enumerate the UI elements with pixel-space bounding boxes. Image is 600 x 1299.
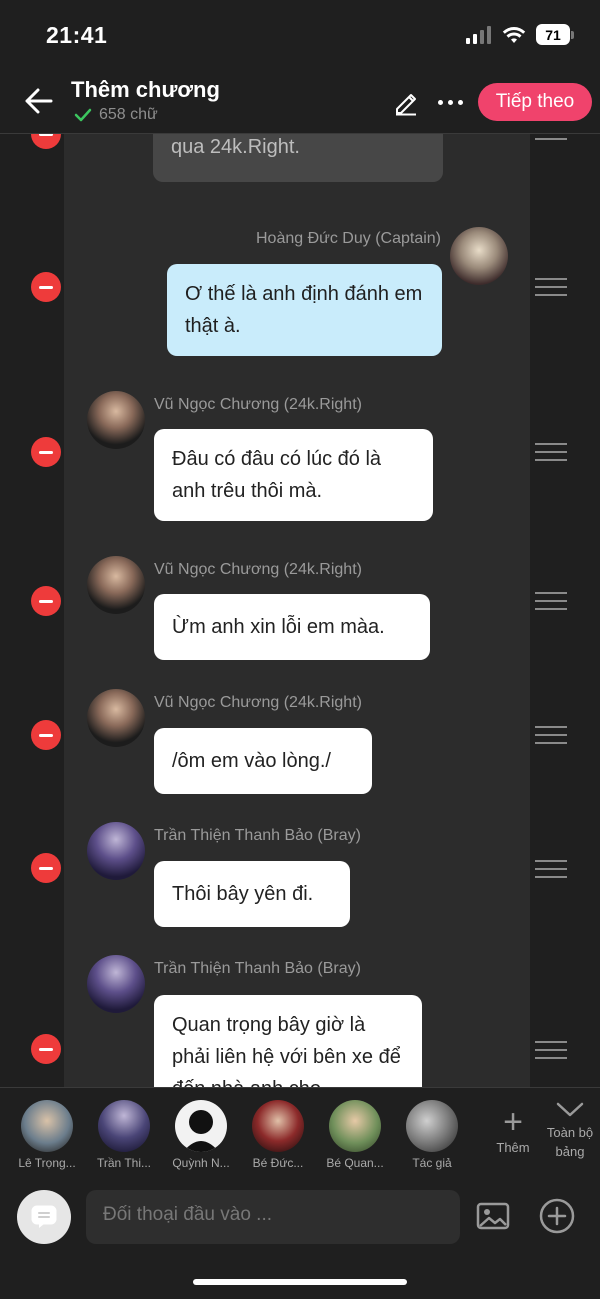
character-item[interactable]: Trần Thi... bbox=[86, 1100, 162, 1170]
sender-name: Trần Thiện Thanh Bảo (Bray) bbox=[154, 960, 361, 977]
message-text: qua 24k.Right. bbox=[171, 136, 300, 158]
delete-message-button[interactable] bbox=[31, 720, 61, 750]
character-item[interactable]: Lê Trọng... bbox=[9, 1100, 85, 1170]
message-bubble[interactable]: Thôi bây yên đi. bbox=[154, 861, 350, 927]
plus-circle-icon bbox=[539, 1198, 575, 1234]
add-character-button[interactable]: + Thêm bbox=[490, 1103, 536, 1155]
image-icon bbox=[476, 1202, 510, 1230]
message-bubble[interactable]: Quan trọng bây giờ là phải liên hệ với b… bbox=[154, 995, 422, 1087]
message-text: /ôm em vào lòng./ bbox=[172, 750, 331, 772]
character-avatar bbox=[175, 1100, 227, 1152]
message-text: Ơ thế là anh định đánh em thật à. bbox=[185, 283, 423, 337]
message-text: Thôi bây yên đi. bbox=[172, 883, 314, 905]
edit-button[interactable] bbox=[392, 88, 420, 116]
back-button[interactable] bbox=[20, 82, 58, 120]
delete-message-button[interactable] bbox=[31, 1034, 61, 1064]
battery-tip bbox=[571, 30, 574, 39]
avatar bbox=[87, 689, 145, 747]
avatar bbox=[450, 227, 508, 285]
avatar bbox=[87, 556, 145, 614]
message-bubble[interactable]: Đâu có đâu có lúc đó là anh trêu thôi mà… bbox=[154, 429, 433, 521]
page-title: Thêm chương bbox=[71, 77, 220, 102]
back-arrow-icon bbox=[25, 88, 53, 114]
drag-handle[interactable] bbox=[535, 443, 567, 461]
character-bar: Lê Trọng... Trần Thi... Quỳnh N... Bé Đứ… bbox=[0, 1087, 600, 1179]
pencil-icon bbox=[396, 94, 416, 116]
character-item[interactable]: Bé Quan... bbox=[317, 1100, 393, 1170]
plus-icon: + bbox=[503, 1103, 523, 1141]
character-item[interactable]: Bé Đức... bbox=[240, 1100, 316, 1170]
drag-handle[interactable] bbox=[535, 860, 567, 878]
sender-name: Trần Thiện Thanh Bảo (Bray) bbox=[154, 827, 361, 844]
message-bubble[interactable]: Ừm anh xin lỗi em màa. bbox=[154, 594, 430, 660]
home-indicator[interactable] bbox=[193, 1279, 407, 1285]
battery-indicator: 71 bbox=[536, 24, 574, 45]
message-type-button[interactable] bbox=[17, 1190, 71, 1244]
battery-level: 71 bbox=[536, 24, 570, 45]
drag-handle[interactable] bbox=[535, 1041, 567, 1059]
more-options-button[interactable] bbox=[432, 88, 468, 116]
character-avatar bbox=[98, 1100, 150, 1152]
delete-message-button[interactable] bbox=[31, 586, 61, 616]
character-name: Bé Quan... bbox=[326, 1156, 384, 1170]
dialogue-input[interactable]: Đối thoại đầu vào ... bbox=[86, 1190, 460, 1244]
avatar bbox=[87, 822, 145, 880]
avatar bbox=[87, 391, 145, 449]
silhouette-icon bbox=[183, 1110, 219, 1152]
status-bar: 21:41 71 bbox=[0, 0, 600, 72]
message-bubble[interactable]: qua 24k.Right. bbox=[153, 134, 443, 182]
wifi-icon bbox=[502, 26, 526, 43]
chat-bubble-icon bbox=[31, 1205, 57, 1228]
drag-handle[interactable] bbox=[535, 592, 567, 610]
character-avatar bbox=[406, 1100, 458, 1152]
character-avatar bbox=[21, 1100, 73, 1152]
sender-name: Hoàng Đức Duy (Captain) bbox=[255, 230, 441, 247]
message-text: Đâu có đâu có lúc đó là anh trêu thôi mà… bbox=[172, 448, 382, 502]
message-text: Ừm anh xin lỗi em màa. bbox=[172, 616, 385, 638]
dot bbox=[437, 99, 443, 105]
avatar bbox=[87, 955, 145, 1013]
delete-message-button[interactable] bbox=[31, 134, 61, 149]
character-avatar bbox=[252, 1100, 304, 1152]
character-name: Bé Đức... bbox=[252, 1156, 304, 1170]
dot bbox=[457, 99, 463, 105]
dot bbox=[447, 99, 453, 105]
signal-icon bbox=[466, 25, 491, 44]
drag-handle[interactable] bbox=[535, 278, 567, 296]
character-name: Trần Thi... bbox=[96, 1156, 152, 1170]
drag-handle[interactable] bbox=[535, 134, 567, 140]
image-button[interactable] bbox=[476, 1201, 510, 1231]
status-icons: 71 bbox=[466, 24, 574, 45]
character-name: Tác giả bbox=[412, 1156, 452, 1170]
sender-name: Vũ Ngọc Chương (24k.Right) bbox=[154, 561, 362, 578]
next-button[interactable]: Tiếp theo bbox=[478, 83, 592, 121]
delete-message-button[interactable] bbox=[31, 853, 61, 883]
drag-handle[interactable] bbox=[535, 726, 567, 744]
chevron-down-icon bbox=[556, 1102, 584, 1117]
all-characters-label: Toàn bộ bảng bbox=[546, 1125, 594, 1159]
character-item[interactable]: Quỳnh N... bbox=[163, 1100, 239, 1170]
sender-name: Vũ Ngọc Chương (24k.Right) bbox=[154, 694, 362, 711]
message-bubble[interactable]: Ơ thế là anh định đánh em thật à. bbox=[167, 264, 442, 356]
character-name: Quỳnh N... bbox=[172, 1156, 230, 1170]
character-avatar bbox=[329, 1100, 381, 1152]
input-placeholder: Đối thoại đầu vào ... bbox=[103, 1204, 272, 1225]
character-item[interactable]: Tác giả bbox=[394, 1100, 470, 1170]
status-time: 21:41 bbox=[46, 22, 108, 48]
word-count-label: 658 chữ bbox=[99, 106, 158, 123]
delete-message-button[interactable] bbox=[31, 437, 61, 467]
delete-message-button[interactable] bbox=[31, 272, 61, 302]
add-character-label: Thêm bbox=[496, 1140, 530, 1155]
add-content-button[interactable] bbox=[538, 1197, 576, 1235]
message-text: Quan trọng bây giờ là phải liên hệ với b… bbox=[172, 1014, 401, 1087]
message-bubble[interactable]: /ôm em vào lòng./ bbox=[154, 728, 372, 794]
all-characters-button[interactable]: Toàn bộ bảng bbox=[540, 1102, 600, 1161]
character-name: Lê Trọng... bbox=[18, 1156, 76, 1170]
word-count: 658 chữ bbox=[74, 106, 158, 124]
chat-area: qua 24k.Right. Hoàng Đức Duy (Captain) Ơ… bbox=[0, 134, 600, 1087]
check-icon bbox=[74, 108, 92, 122]
sender-name: Vũ Ngọc Chương (24k.Right) bbox=[154, 396, 362, 413]
top-bar: Thêm chương 658 chữ Tiếp theo bbox=[0, 72, 600, 134]
